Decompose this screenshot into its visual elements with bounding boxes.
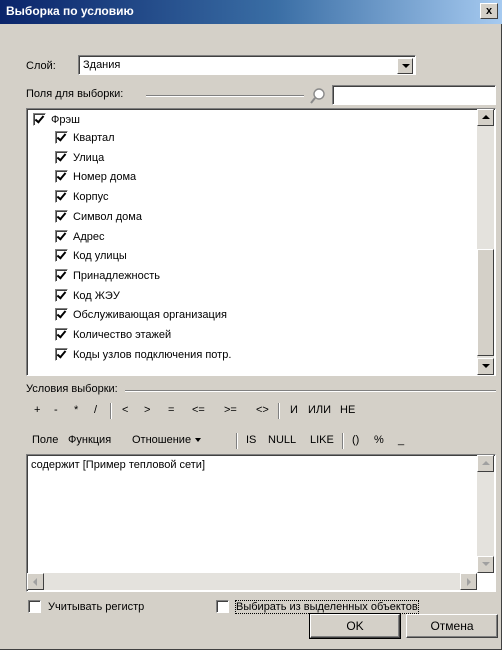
expr-scroll-right-button[interactable] [460, 573, 477, 590]
operators-toolbar-2: Поле Функция Отношение IS NULL LIKE () %… [28, 430, 496, 452]
expression-text: содержит [Пример тепловой сети] [31, 459, 206, 471]
field-label: Код ЖЭУ [73, 289, 120, 302]
scroll-thumb[interactable] [477, 249, 494, 356]
arrow-left-icon [33, 578, 37, 586]
layer-dropdown-button[interactable] [397, 58, 413, 74]
op-plus-button[interactable]: + [34, 404, 40, 416]
chevron-down-icon [195, 438, 202, 443]
arrow-right-icon [467, 578, 471, 586]
expr-scroll-left-button[interactable] [27, 573, 44, 590]
field-label: Адрес [73, 230, 105, 243]
field-checkbox[interactable] [55, 131, 68, 144]
op-greater-button[interactable]: > [144, 404, 150, 416]
field-label: Количество этажей [73, 329, 172, 341]
close-button[interactable]: x [480, 3, 498, 19]
arrow-down-icon [482, 364, 490, 368]
op-divide-button[interactable]: / [94, 404, 97, 416]
field-checkbox[interactable] [55, 249, 68, 263]
field-checkbox[interactable] [55, 328, 68, 341]
field-checkbox[interactable] [55, 209, 68, 223]
expression-vertical-scrollbar[interactable] [477, 455, 494, 573]
op-not-button[interactable]: НЕ [340, 404, 355, 416]
fields-search-input[interactable] [332, 85, 496, 105]
arrow-down-icon [482, 562, 490, 566]
parentheses-button[interactable]: () [352, 434, 359, 446]
toolbar-separator [278, 403, 280, 419]
function-button[interactable]: Функция [68, 434, 111, 446]
expr-scroll-up-button[interactable] [477, 455, 494, 472]
scroll-down-button[interactable] [477, 358, 494, 375]
field-label: Код улицы [73, 250, 127, 263]
field-label: Коды узлов подключения потр. [73, 348, 232, 361]
fields-tree: Фрэш Квартал Улица Номер дома Корпус Символ … [26, 108, 496, 376]
underscore-button[interactable]: _ [398, 434, 404, 446]
relation-dropdown-button[interactable]: Отношение [132, 434, 202, 446]
percent-button[interactable]: % [374, 434, 384, 446]
case-sensitive-label: Учитывать регистр [48, 601, 145, 613]
toolbar-separator [342, 433, 344, 449]
field-label: Номер дома [73, 171, 137, 184]
field-checkbox[interactable] [55, 150, 68, 164]
op-and-button[interactable]: И [290, 404, 298, 416]
field-label: Обслуживающая организация [73, 309, 227, 322]
field-checkbox[interactable] [55, 288, 68, 302]
cancel-button[interactable]: Отмена [406, 614, 498, 638]
case-sensitive-option[interactable]: Учитывать регистр [28, 598, 208, 616]
field-checkbox[interactable] [55, 170, 68, 184]
like-button[interactable]: LIKE [310, 434, 334, 446]
op-less-equal-button[interactable]: <= [192, 404, 205, 416]
select-by-condition-dialog: Выборка по условию x Слой: Здания Поля д… [0, 0, 502, 650]
chevron-down-icon [402, 64, 410, 68]
layer-label: Слой: [26, 60, 56, 72]
fields-divider [146, 95, 304, 97]
op-equal-button[interactable]: = [168, 404, 174, 416]
tree-root-label: Фрэш [51, 114, 80, 126]
expression-horizontal-scrollbar[interactable] [27, 573, 477, 590]
field-checkbox[interactable] [55, 308, 68, 322]
field-label: Улица [73, 151, 105, 164]
from-selected-checkbox[interactable] [216, 600, 229, 613]
scroll-up-button[interactable] [477, 109, 494, 126]
operators-toolbar-1: + - * / < > = <= >= <> И ИЛИ НЕ [28, 400, 496, 422]
op-minus-button[interactable]: - [54, 404, 58, 416]
from-selected-label: Выбирать из выделенных объектов [235, 600, 419, 614]
op-not-equal-button[interactable]: <> [256, 404, 269, 416]
arrow-up-icon [482, 461, 490, 465]
conditions-divider [125, 390, 496, 392]
op-or-button[interactable]: ИЛИ [308, 404, 331, 416]
conditions-label: Условия выборки: [26, 383, 118, 395]
search-icon[interactable] [308, 87, 328, 105]
arrow-up-icon [482, 115, 490, 119]
field-label: Квартал [73, 132, 115, 144]
op-multiply-button[interactable]: * [74, 404, 78, 416]
field-label: Принадлежность [73, 269, 161, 282]
layer-combobox-value: Здания [83, 59, 121, 71]
case-sensitive-checkbox[interactable] [28, 600, 41, 613]
field-checkbox[interactable] [55, 268, 68, 282]
layer-combobox[interactable]: Здания [78, 55, 416, 75]
expression-textarea[interactable]: содержит [Пример тепловой сети] [26, 454, 496, 592]
null-button[interactable]: NULL [268, 434, 296, 446]
title-bar[interactable]: Выборка по условию x [0, 0, 502, 24]
op-greater-equal-button[interactable]: >= [224, 404, 237, 416]
window-title: Выборка по условию [6, 4, 134, 18]
fields-vertical-scrollbar[interactable] [477, 109, 494, 375]
toolbar-separator [236, 433, 238, 449]
root-checkbox[interactable] [33, 113, 46, 126]
field-checkbox[interactable] [55, 190, 68, 204]
field-button[interactable]: Поле [32, 434, 58, 446]
field-label: Символ дома [73, 210, 142, 223]
field-label: Корпус [73, 191, 109, 204]
ok-button[interactable]: OK [309, 613, 401, 639]
expr-scroll-down-button[interactable] [477, 556, 494, 573]
is-button[interactable]: IS [246, 434, 256, 446]
field-checkbox[interactable] [55, 229, 68, 243]
op-less-button[interactable]: < [122, 404, 128, 416]
field-checkbox[interactable] [55, 347, 68, 361]
fields-label: Поля для выборки: [26, 88, 124, 100]
relation-label: Отношение [132, 434, 192, 446]
toolbar-separator [110, 403, 112, 419]
